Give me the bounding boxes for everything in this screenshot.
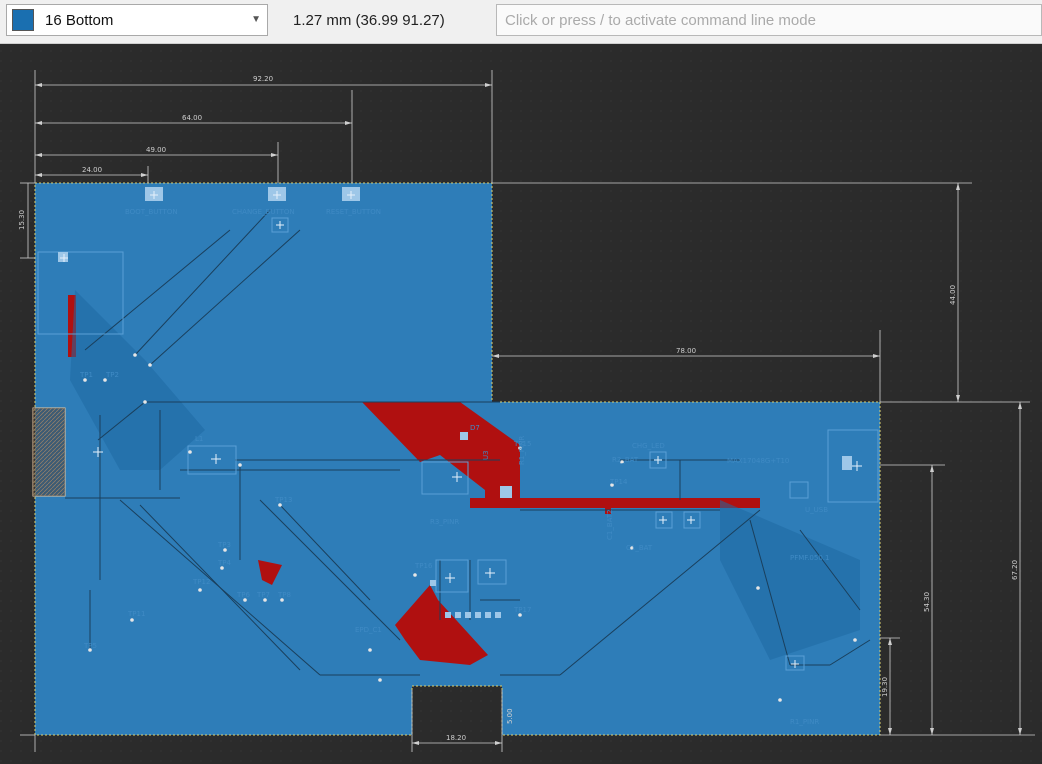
label-r2-bat: R2_BAT	[612, 456, 639, 464]
label-c1-bat: C1_BAT	[626, 544, 653, 552]
label-boot-button: BOOT_BUTTON	[125, 208, 178, 216]
label-u-usb: U_USB	[805, 506, 828, 514]
label-max: MAX17048G+T10	[727, 457, 789, 465]
label-tp12: TP12	[192, 578, 210, 586]
label-reset-button: RESET_BUTTON	[326, 208, 381, 216]
label-tp6: TP6	[236, 591, 250, 599]
label-change-button: CHANGE_BUTTON	[232, 208, 295, 216]
toolbar: 16 Bottom ▼ 1.27 mm (36.99 91.27)	[0, 0, 1042, 44]
layer-select[interactable]: 16 Bottom ▼	[6, 4, 268, 36]
dim-top-notch-depth: 15.30	[18, 210, 26, 230]
dim-button2-offset: 49.00	[146, 146, 166, 154]
label-tp8: TP8	[277, 591, 291, 599]
label-r1-pinr-2: R1_PINR	[790, 718, 819, 726]
dim-bottom-cutout-height: 5.00	[506, 708, 514, 724]
dim-bottom-cutout-width: 18.20	[446, 734, 466, 742]
label-r3-pinr: R3_PINR	[430, 518, 459, 526]
label-tp7: TP7	[256, 591, 270, 599]
layer-select-label: 16 Bottom	[45, 12, 114, 29]
label-u3: U3	[482, 450, 490, 460]
dim-button1-offset: 24.00	[82, 166, 102, 174]
usb-connector	[32, 407, 66, 497]
dim-mount-offset: 19.30	[881, 677, 889, 697]
label-d7: D7	[470, 424, 480, 432]
dim-right-notch-width: 78.00	[676, 347, 696, 355]
pcb-drawing[interactable]: 92.20 64.00 49.00 24.00 15.30 44.00 78.0…	[0, 44, 1042, 764]
dim-button3-offset: 64.00	[182, 114, 202, 122]
label-tp11: TP11	[127, 610, 145, 618]
label-tp5: TP5	[83, 642, 97, 650]
label-tp1: TP1	[79, 371, 93, 379]
dim-right-notch-height: 44.00	[949, 285, 957, 305]
dim-board-width: 92.20	[253, 75, 273, 83]
label-c1-bat2: C1_BAT2	[606, 509, 614, 540]
layer-color-swatch	[12, 9, 34, 31]
dim-usb-offset: 54.30	[923, 592, 931, 612]
label-tp14: TP14	[609, 478, 628, 486]
label-chg-led: CHG_LED	[632, 442, 665, 450]
label-tp13: TP13	[274, 496, 292, 504]
dim-lower-section-height: 67.20	[1011, 560, 1019, 580]
label-pfmf: PFMF.050.1	[790, 554, 829, 562]
label-tp4: TP4	[217, 559, 231, 567]
command-line-input[interactable]	[496, 4, 1042, 36]
coordinate-readout: 1.27 mm (36.99 91.27)	[293, 12, 445, 29]
label-tp17: TP17	[513, 606, 531, 614]
chevron-down-icon: ▼	[251, 14, 261, 25]
label-tp16: TP16	[414, 562, 433, 570]
label-tp3: TP3	[217, 541, 231, 549]
label-epd-c1: EPD_C1	[355, 626, 382, 634]
label-tp2: TP2	[105, 371, 119, 379]
label-r1-pinr: R1_PINR	[518, 436, 526, 465]
label-l1: L1	[195, 435, 203, 443]
board-canvas[interactable]: 92.20 64.00 49.00 24.00 15.30 44.00 78.0…	[0, 44, 1042, 764]
